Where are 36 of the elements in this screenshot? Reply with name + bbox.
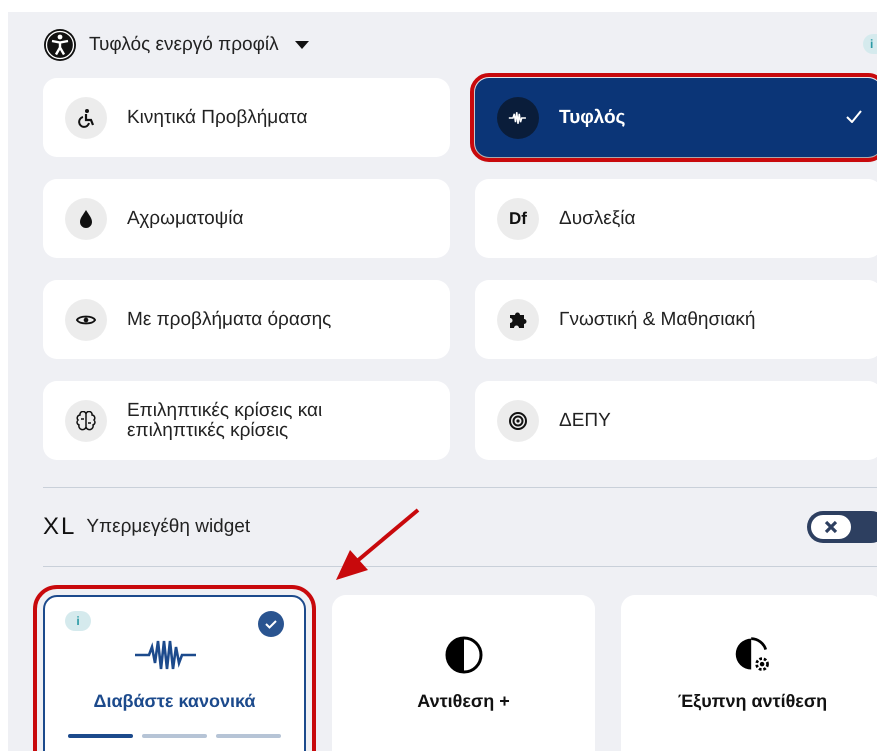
toggle-switch[interactable] bbox=[807, 511, 877, 543]
dyslexia-icon: Df bbox=[509, 208, 527, 228]
brain-icon bbox=[76, 410, 96, 430]
xl-widget-label: Υπερμεγέθη widget bbox=[86, 516, 250, 538]
accessibility-icon bbox=[43, 28, 77, 62]
puzzle-icon bbox=[508, 310, 528, 330]
profile-option[interactable]: Κινητικά Προβλήματα bbox=[43, 78, 450, 157]
profile-option[interactable]: Με προβλήματα όρασης bbox=[43, 280, 450, 359]
xl-label: XL bbox=[43, 513, 76, 541]
check-icon bbox=[258, 611, 284, 637]
active-profile-dropdown[interactable]: Τυφλός ενεργό προφίλ bbox=[89, 34, 279, 56]
profile-option[interactable]: ΔΕΠΥ bbox=[475, 381, 877, 460]
profile-label: ΔΕΠΥ bbox=[559, 410, 612, 430]
mode-card[interactable]: Έξυπνη αντίθεση bbox=[621, 595, 877, 751]
profile-option[interactable]: Γνωστική & Μαθησιακή bbox=[475, 280, 877, 359]
profile-option[interactable]: Τυφλός bbox=[475, 78, 877, 157]
profile-option[interactable]: Επιληπτικές κρίσεις και επιληπτικές κρίσεις bbox=[43, 381, 450, 460]
mode-label: Έξυπνη αντίθεση bbox=[678, 691, 828, 712]
caret-icon[interactable] bbox=[294, 41, 309, 49]
profile-option[interactable]: Αχρωματοψία bbox=[43, 179, 450, 258]
profile-label: Επιληπτικές κρίσεις και επιληπτικές κρίσεις bbox=[127, 400, 324, 440]
profile-option[interactable]: Df Δυσλεξία bbox=[475, 179, 877, 258]
wheelchair-icon bbox=[76, 108, 96, 128]
mode-label: Αντιθεση + bbox=[417, 691, 510, 712]
profile-label: Με προβλήματα όρασης bbox=[127, 310, 332, 330]
profile-label: Κινητικά Προβλήματα bbox=[127, 108, 308, 128]
check-icon bbox=[846, 110, 862, 123]
mode-label: Διαβάστε κανονικά bbox=[94, 691, 256, 712]
mode-card[interactable]: Αντιθεση + bbox=[332, 595, 595, 751]
profile-label: Τυφλός bbox=[559, 108, 626, 128]
target-icon bbox=[508, 410, 528, 430]
contrast-icon bbox=[444, 635, 484, 675]
profile-label: Δυσλεξία bbox=[559, 208, 636, 228]
profile-label: Γνωστική & Μαθησιακή bbox=[559, 310, 756, 330]
profile-label: Αχρωματοψία bbox=[127, 208, 244, 228]
close-icon bbox=[824, 520, 838, 534]
